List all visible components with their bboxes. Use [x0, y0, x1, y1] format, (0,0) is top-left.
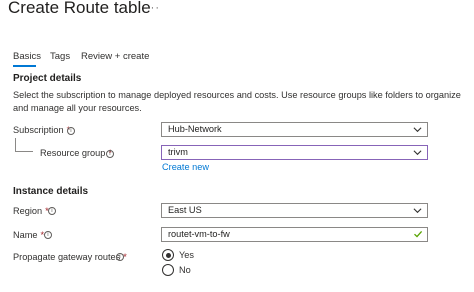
- region-dropdown[interactable]: East US: [161, 203, 428, 218]
- radio-no[interactable]: [162, 264, 174, 276]
- radio-no-label[interactable]: No: [179, 265, 191, 275]
- info-icon[interactable]: i: [106, 150, 114, 158]
- region-value: East US: [168, 205, 202, 215]
- chevron-down-icon: [413, 150, 422, 156]
- chevron-down-icon: [413, 127, 422, 133]
- name-label: Name *: [13, 230, 45, 240]
- subscription-dropdown[interactable]: Hub-Network: [161, 122, 428, 137]
- create-new-link[interactable]: Create new: [162, 162, 209, 172]
- radio-selected-dot: [165, 252, 171, 258]
- info-icon[interactable]: i: [44, 231, 52, 239]
- region-label: Region *: [13, 206, 49, 216]
- tab-basics[interactable]: Basics: [13, 51, 41, 62]
- subscription-value: Hub-Network: [168, 124, 222, 134]
- resource-group-dropdown[interactable]: trivm: [161, 145, 428, 160]
- tree-connector: [15, 138, 33, 152]
- page-title: Create Route table: [8, 0, 151, 17]
- info-icon[interactable]: i: [67, 127, 75, 135]
- tab-review-create[interactable]: Review + create: [81, 51, 149, 62]
- project-details-heading: Project details: [13, 73, 82, 84]
- propagate-gateway-routes-label: Propagate gateway routes *: [13, 252, 127, 262]
- instance-details-heading: Instance details: [13, 186, 89, 197]
- chevron-down-icon: [413, 208, 422, 214]
- radio-yes-label[interactable]: Yes: [179, 250, 194, 260]
- name-input[interactable]: routet-vm-to-fw: [161, 227, 428, 242]
- resource-group-label: Resource group *: [40, 148, 112, 158]
- tab-basics-underline: [13, 65, 36, 67]
- resource-group-value: trivm: [168, 147, 188, 157]
- tab-tags[interactable]: Tags: [50, 51, 70, 62]
- project-details-description: Select the subscription to manage deploy…: [13, 90, 461, 113]
- subscription-label: Subscription *: [13, 125, 71, 135]
- checkmark-icon: [414, 230, 423, 238]
- more-options-button[interactable]: ···: [146, 2, 160, 14]
- radio-yes[interactable]: [162, 249, 174, 261]
- name-value: routet-vm-to-fw: [168, 229, 230, 239]
- info-icon[interactable]: i: [116, 253, 124, 261]
- info-icon[interactable]: i: [48, 207, 56, 215]
